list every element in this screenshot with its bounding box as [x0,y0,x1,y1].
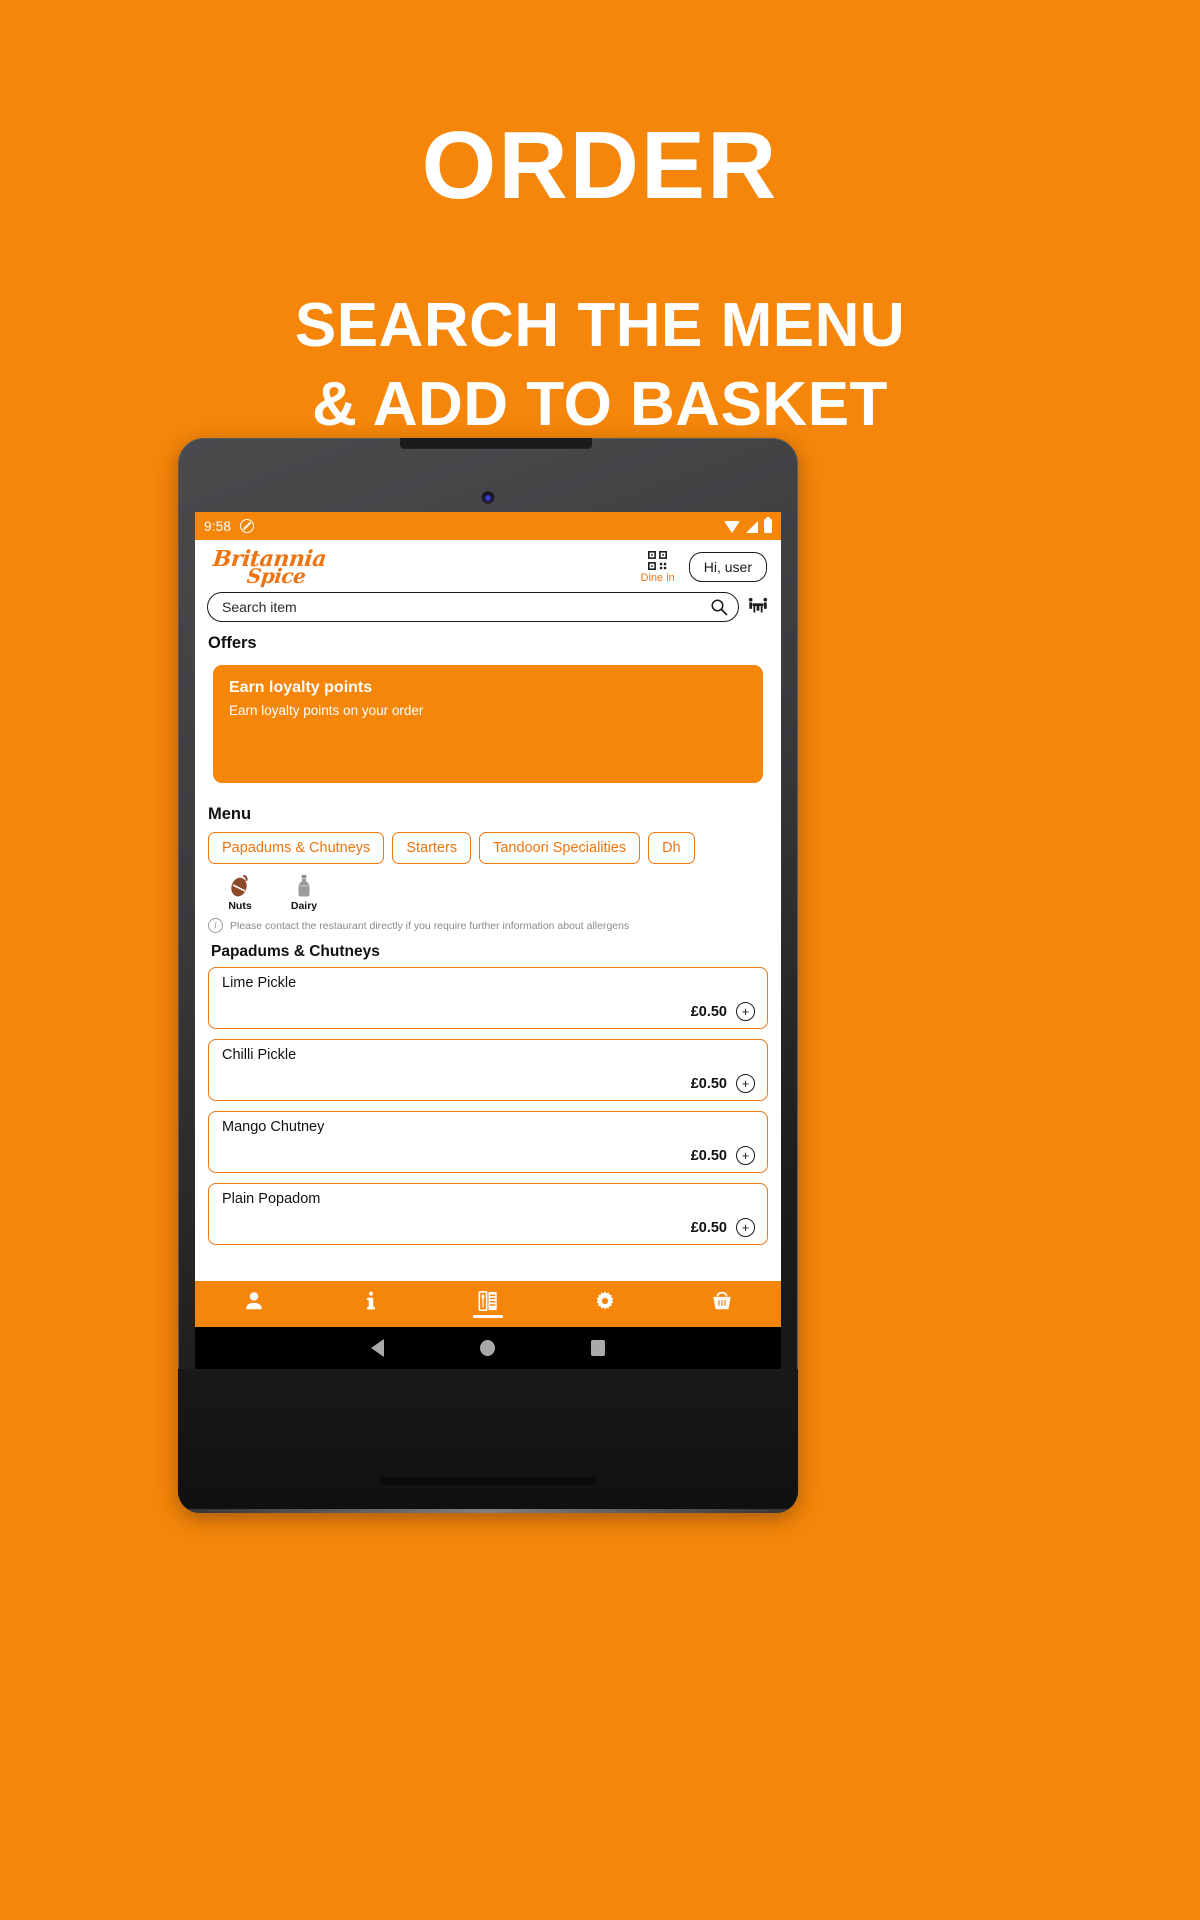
speaker-slot [400,438,592,449]
search-row: Search item [195,592,781,628]
allergen-legend: Nuts Dairy [195,864,781,912]
dine-in-label: Dine in [640,571,675,584]
brand-logo[interactable]: Britannia Spice [209,546,328,588]
menu-item-name: Mango Chutney [222,1119,325,1135]
account-button[interactable]: Hi, user [688,552,767,582]
device-bottom-bezel [178,1369,798,1513]
bottom-nav-menu[interactable] [459,1290,517,1318]
menu-item-actions: £0.50 + [222,1074,755,1093]
menu-item-actions: £0.50 + [222,1146,755,1165]
status-bar: 9:58 [195,512,781,540]
status-bar-clock: 9:58 [204,518,232,534]
offer-card-title: Earn loyalty points [229,679,373,696]
allergen-dairy[interactable]: Dairy [287,874,321,912]
device-screen: 9:58 Britannia Spice Dine in Hi, user Se… [195,512,781,1369]
bottom-navigation-bar [195,1281,781,1327]
menu-item-name: Plain Popadom [222,1191,321,1207]
gear-icon [596,1291,614,1310]
category-chip-tandoori-specialities[interactable]: Tandoori Specialities [479,832,641,864]
bottom-nav-settings[interactable] [576,1290,634,1318]
promo-page: ORDER SEARCH THE MENU & ADD TO BASKET 9:… [0,0,1200,1920]
category-chips[interactable]: Papadums & Chutneys Starters Tandoori Sp… [195,824,781,864]
allergen-nuts[interactable]: Nuts [223,874,257,912]
do-not-disturb-icon [240,519,255,533]
dine-in-button[interactable]: Dine in [640,550,675,584]
menu-item-actions: £0.50 + [222,1002,755,1021]
promo-subtitle-line-2: & ADD TO BASKET [312,370,888,440]
brand-logo-line-2: Spice [245,564,307,588]
menu-item-price: £0.50 [690,1219,727,1236]
milk-bottle-icon [298,875,310,897]
offer-card[interactable]: Earn loyalty points Earn loyalty points … [213,665,763,783]
category-chip-papadums-chutneys[interactable]: Papadums & Chutneys [208,832,385,864]
promo-subtitle-line-1: SEARCH THE MENU [294,291,906,360]
square-recents-icon[interactable] [591,1340,605,1356]
menu-item-row[interactable]: Lime Pickle £0.50 + [208,967,768,1029]
add-to-basket-button[interactable]: + [736,1002,755,1021]
menu-item-actions: £0.50 + [222,1218,755,1237]
status-bar-notification-icons [240,519,255,533]
bottom-nav-basket[interactable] [693,1290,751,1318]
menu-heading: Menu [208,805,252,823]
menu-item-row[interactable]: Chilli Pickle £0.50 + [208,1039,768,1101]
front-camera [482,492,494,503]
menu-item-row[interactable]: Plain Popadom £0.50 + [208,1183,768,1245]
signal-icon [746,521,758,533]
current-category-heading: Papadums & Chutneys [211,943,380,960]
menu-item-price: £0.50 [690,1003,727,1020]
allergen-dairy-label: Dairy [290,900,318,912]
info-icon [366,1291,375,1310]
page-title: ORDER [421,112,779,219]
menu-items-list: Lime Pickle £0.50 + Chilli Pickle £0.50 … [195,961,781,1245]
allergen-note-text: Please contact the restaurant directly i… [230,919,630,932]
menu-item-row[interactable]: Mango Chutney £0.50 + [208,1111,768,1173]
menu-item-name: Lime Pickle [222,975,297,991]
nut-icon [231,875,248,897]
add-to-basket-button[interactable]: + [736,1146,755,1165]
battery-icon [764,516,772,533]
search-input[interactable]: Search item [207,592,739,622]
app-scroll-body[interactable]: Offers Earn loyalty points Earn loyalty … [195,628,781,1281]
android-system-nav [195,1327,781,1369]
device-bottom-grip [380,1477,596,1485]
allergen-note-row: i Please contact the restaurant directly… [195,912,781,933]
offers-heading: Offers [208,634,257,652]
wifi-icon [724,521,740,533]
menu-item-name: Chilli Pickle [222,1047,297,1063]
header-actions: Dine in Hi, user [640,550,767,584]
bottom-nav-account[interactable] [225,1290,283,1318]
search-icon[interactable] [710,598,728,616]
bottom-nav-info[interactable] [342,1290,400,1318]
search-input-placeholder: Search item [222,599,297,615]
tablet-device-frame: 9:58 Britannia Spice Dine in Hi, user Se… [178,438,798,1513]
add-to-basket-button[interactable]: + [736,1074,755,1093]
qr-code-icon [648,550,668,570]
bottom-nav-menu-indicator [472,1315,503,1318]
menu-item-price: £0.50 [690,1075,727,1092]
offer-card-subtitle: Earn loyalty points on your order [229,703,424,718]
add-to-basket-button[interactable]: + [736,1218,755,1237]
person-icon [245,1292,262,1310]
app-header: Britannia Spice Dine in Hi, user [195,540,781,592]
menu-item-price: £0.50 [690,1147,727,1164]
triangle-back-icon[interactable] [371,1339,384,1357]
table-booking-icon[interactable] [747,596,769,618]
basket-icon [713,1291,732,1310]
menu-book-icon [478,1291,497,1311]
promo-subtitle: SEARCH THE MENU & ADD TO BASKET [295,286,905,445]
category-chip-starters[interactable]: Starters [392,832,472,864]
allergen-nuts-label: Nuts [228,900,252,912]
device-top-bezel [178,438,798,512]
status-bar-system-icons [724,516,772,533]
category-chip-dhansak[interactable]: Dh [648,832,695,864]
info-icon: i [208,918,223,933]
circle-home-icon[interactable] [480,1340,495,1356]
